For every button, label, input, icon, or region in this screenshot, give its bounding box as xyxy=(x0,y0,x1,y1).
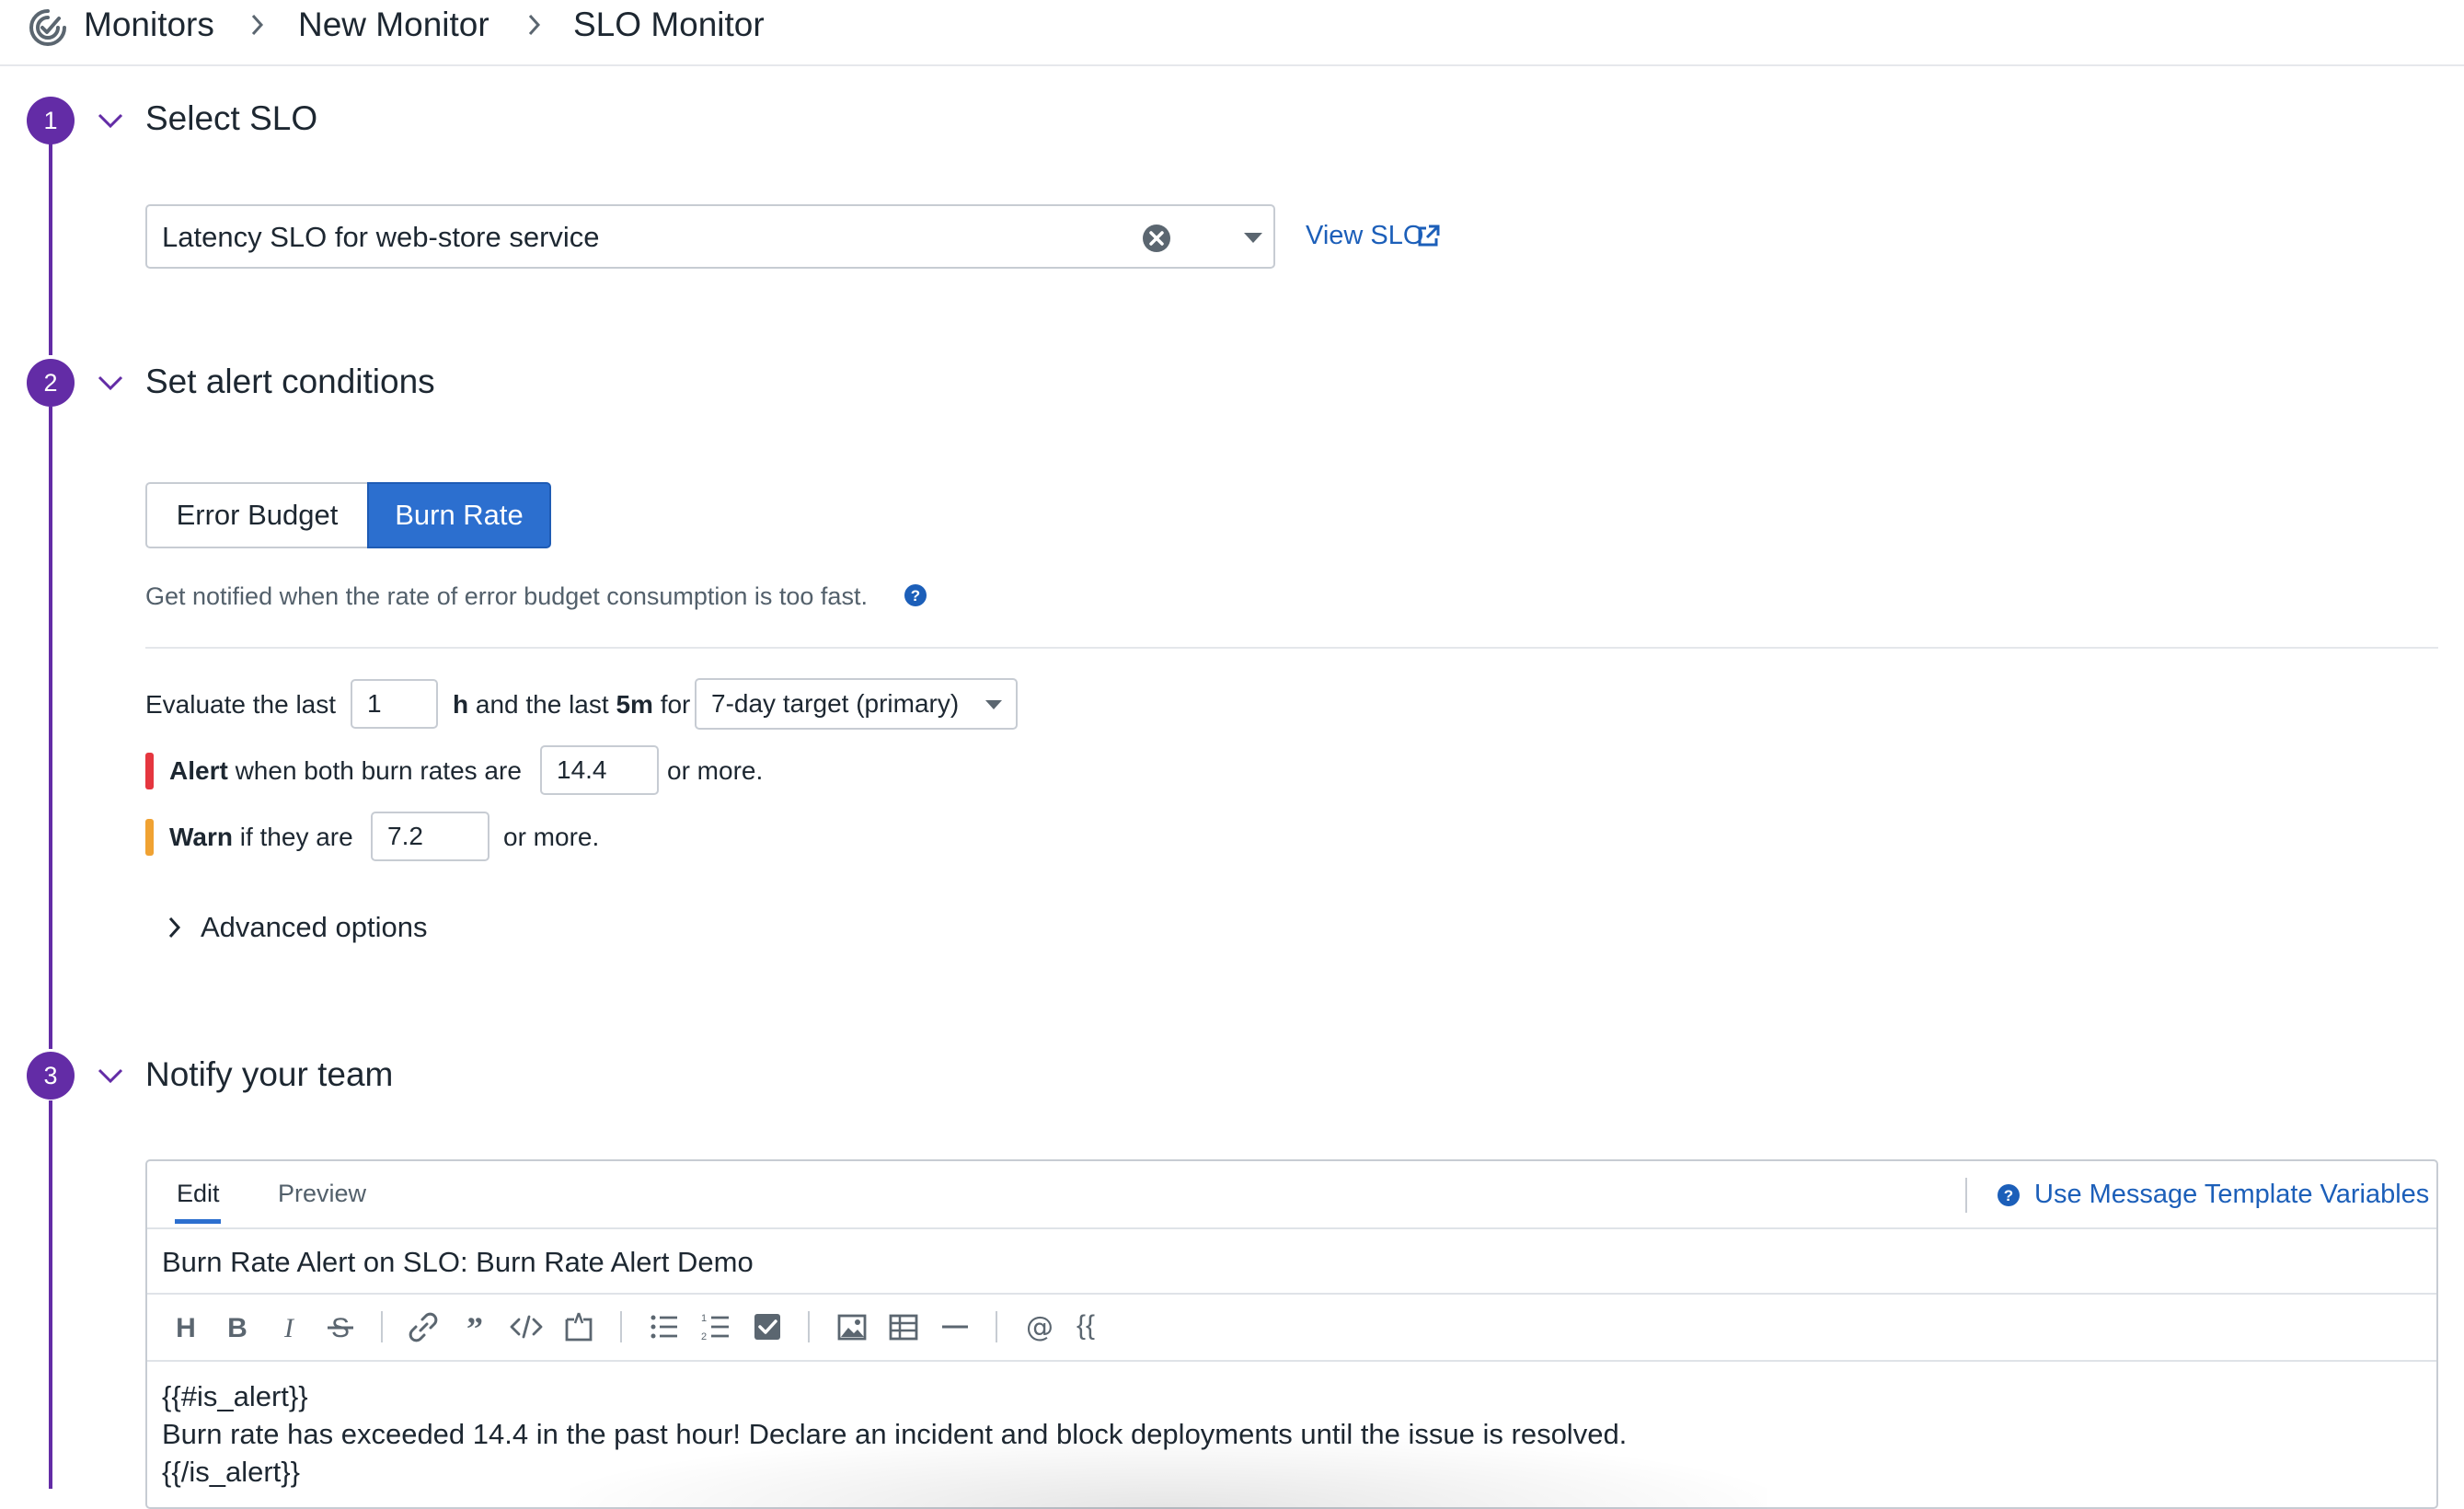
section-divider xyxy=(145,647,2438,649)
warn-or-more-label: or more. xyxy=(503,823,600,851)
slo-select[interactable]: Latency SLO for web-store service xyxy=(145,204,1275,269)
editor-tab-edit[interactable]: Edit xyxy=(177,1180,220,1208)
alert-label: Alert when both burn rates are xyxy=(169,756,522,785)
monitors-logo-icon xyxy=(29,9,66,46)
numbered-list-icon[interactable]: 1 2 xyxy=(697,1308,734,1345)
horizontal-rule-icon[interactable] xyxy=(937,1308,973,1345)
editor-subject-divider xyxy=(147,1293,2436,1295)
link-icon[interactable] xyxy=(405,1308,442,1345)
template-variable-icon[interactable]: {{ xyxy=(1077,1310,1095,1342)
heading-icon[interactable]: H xyxy=(167,1308,204,1345)
svg-text:1: 1 xyxy=(701,1313,707,1324)
collapse-chevron-down-icon[interactable] xyxy=(96,1065,125,1087)
table-icon[interactable] xyxy=(885,1308,922,1345)
alert-or-more-label: or more. xyxy=(667,756,764,785)
view-slo-link[interactable]: View SLO xyxy=(1306,221,1423,251)
step-3-badge: 3 xyxy=(27,1052,75,1100)
alert-severity-bar xyxy=(145,753,154,789)
editor-tabs-divider xyxy=(147,1227,2436,1229)
strikethrough-icon[interactable]: S xyxy=(322,1308,359,1345)
code-icon[interactable] xyxy=(508,1308,545,1345)
step-3-title: Notify your team xyxy=(145,1055,394,1093)
step-connector-line xyxy=(49,407,52,1049)
toolbar-separator xyxy=(620,1311,622,1342)
breadcrumb-monitors[interactable]: Monitors xyxy=(84,6,214,44)
help-question-icon: ? xyxy=(1998,1184,2020,1206)
slo-target-select[interactable]: 7-day target (primary) xyxy=(695,678,1018,730)
bold-icon[interactable]: B xyxy=(219,1308,256,1345)
mention-icon[interactable]: @ xyxy=(1021,1308,1058,1345)
code-block-icon[interactable] xyxy=(559,1308,596,1345)
evaluate-hours-input[interactable]: 1 xyxy=(351,679,438,729)
step-connector-line xyxy=(49,1100,52,1489)
svg-text:?: ? xyxy=(2004,1187,2013,1204)
warn-severity-bar xyxy=(145,819,154,856)
clear-icon[interactable] xyxy=(1141,223,1172,254)
slo-target-value: 7-day target (primary) xyxy=(711,689,960,718)
active-tab-underline xyxy=(175,1219,221,1224)
toolbar-separator xyxy=(381,1311,383,1342)
tab-bar-separator xyxy=(1965,1178,1967,1213)
editor-toolbar-divider xyxy=(147,1360,2436,1362)
collapse-chevron-down-icon[interactable] xyxy=(96,109,125,132)
burn-rate-toggle-button[interactable]: Burn Rate xyxy=(367,482,551,548)
svg-text:@: @ xyxy=(1026,1311,1054,1343)
breadcrumb-chevron-right-icon xyxy=(528,14,541,36)
svg-text:B: B xyxy=(227,1313,248,1343)
top-header: Monitors New Monitor SLO Monitor xyxy=(0,0,2464,66)
italic-icon[interactable]: I xyxy=(271,1308,307,1345)
message-body-line[interactable]: Burn rate has exceeded 14.4 in the past … xyxy=(162,1418,1627,1451)
message-body-line[interactable]: {{/is_alert}} xyxy=(162,1456,300,1489)
expand-chevron-right-icon[interactable] xyxy=(166,914,184,941)
warn-threshold-input[interactable]: 7.2 xyxy=(371,812,489,861)
bulleted-list-icon[interactable] xyxy=(646,1308,683,1345)
evaluate-window-text: h and the last 5m for xyxy=(453,690,691,719)
help-question-icon[interactable]: ? xyxy=(904,583,927,607)
use-template-variables-link[interactable]: Use Message Template Variables xyxy=(2034,1180,2429,1210)
collapse-chevron-down-icon[interactable] xyxy=(96,372,125,394)
external-link-icon[interactable] xyxy=(1415,224,1441,249)
message-body-line[interactable]: {{#is_alert}} xyxy=(162,1380,308,1413)
caret-down-icon xyxy=(985,700,1002,709)
step-1-badge: 1 xyxy=(27,97,75,144)
step-1-title: Select SLO xyxy=(145,99,318,137)
step-2-badge: 2 xyxy=(27,359,75,407)
warn-label: Warn if they are xyxy=(169,823,353,851)
svg-text:?: ? xyxy=(911,587,920,605)
svg-text:2: 2 xyxy=(701,1331,707,1342)
svg-text:H: H xyxy=(176,1313,196,1343)
burn-rate-description: Get notified when the rate of error budg… xyxy=(145,582,868,610)
breadcrumb-new-monitor[interactable]: New Monitor xyxy=(298,6,489,44)
caret-down-icon[interactable] xyxy=(1242,230,1264,245)
step-connector-line xyxy=(49,144,52,355)
error-budget-toggle-button[interactable]: Error Budget xyxy=(145,482,367,548)
breadcrumb-slo-monitor: SLO Monitor xyxy=(573,6,765,43)
slo-select-value: Latency SLO for web-store service xyxy=(162,221,600,253)
toolbar-separator xyxy=(808,1311,810,1342)
svg-text:”: ” xyxy=(466,1310,483,1345)
quote-icon[interactable]: ” xyxy=(456,1308,493,1345)
advanced-options-toggle[interactable]: Advanced options xyxy=(201,911,427,944)
step-2-title: Set alert conditions xyxy=(145,363,435,400)
toolbar-separator xyxy=(996,1311,997,1342)
evaluate-label: Evaluate the last xyxy=(145,690,337,719)
svg-text:I: I xyxy=(283,1313,295,1343)
alert-threshold-input[interactable]: 14.4 xyxy=(540,745,659,795)
image-icon[interactable] xyxy=(834,1308,870,1345)
breadcrumb-chevron-right-icon xyxy=(251,14,264,36)
message-subject-input[interactable]: Burn Rate Alert on SLO: Burn Rate Alert … xyxy=(162,1246,754,1279)
checkbox-list-icon[interactable] xyxy=(749,1308,786,1345)
editor-tab-preview[interactable]: Preview xyxy=(278,1180,366,1208)
